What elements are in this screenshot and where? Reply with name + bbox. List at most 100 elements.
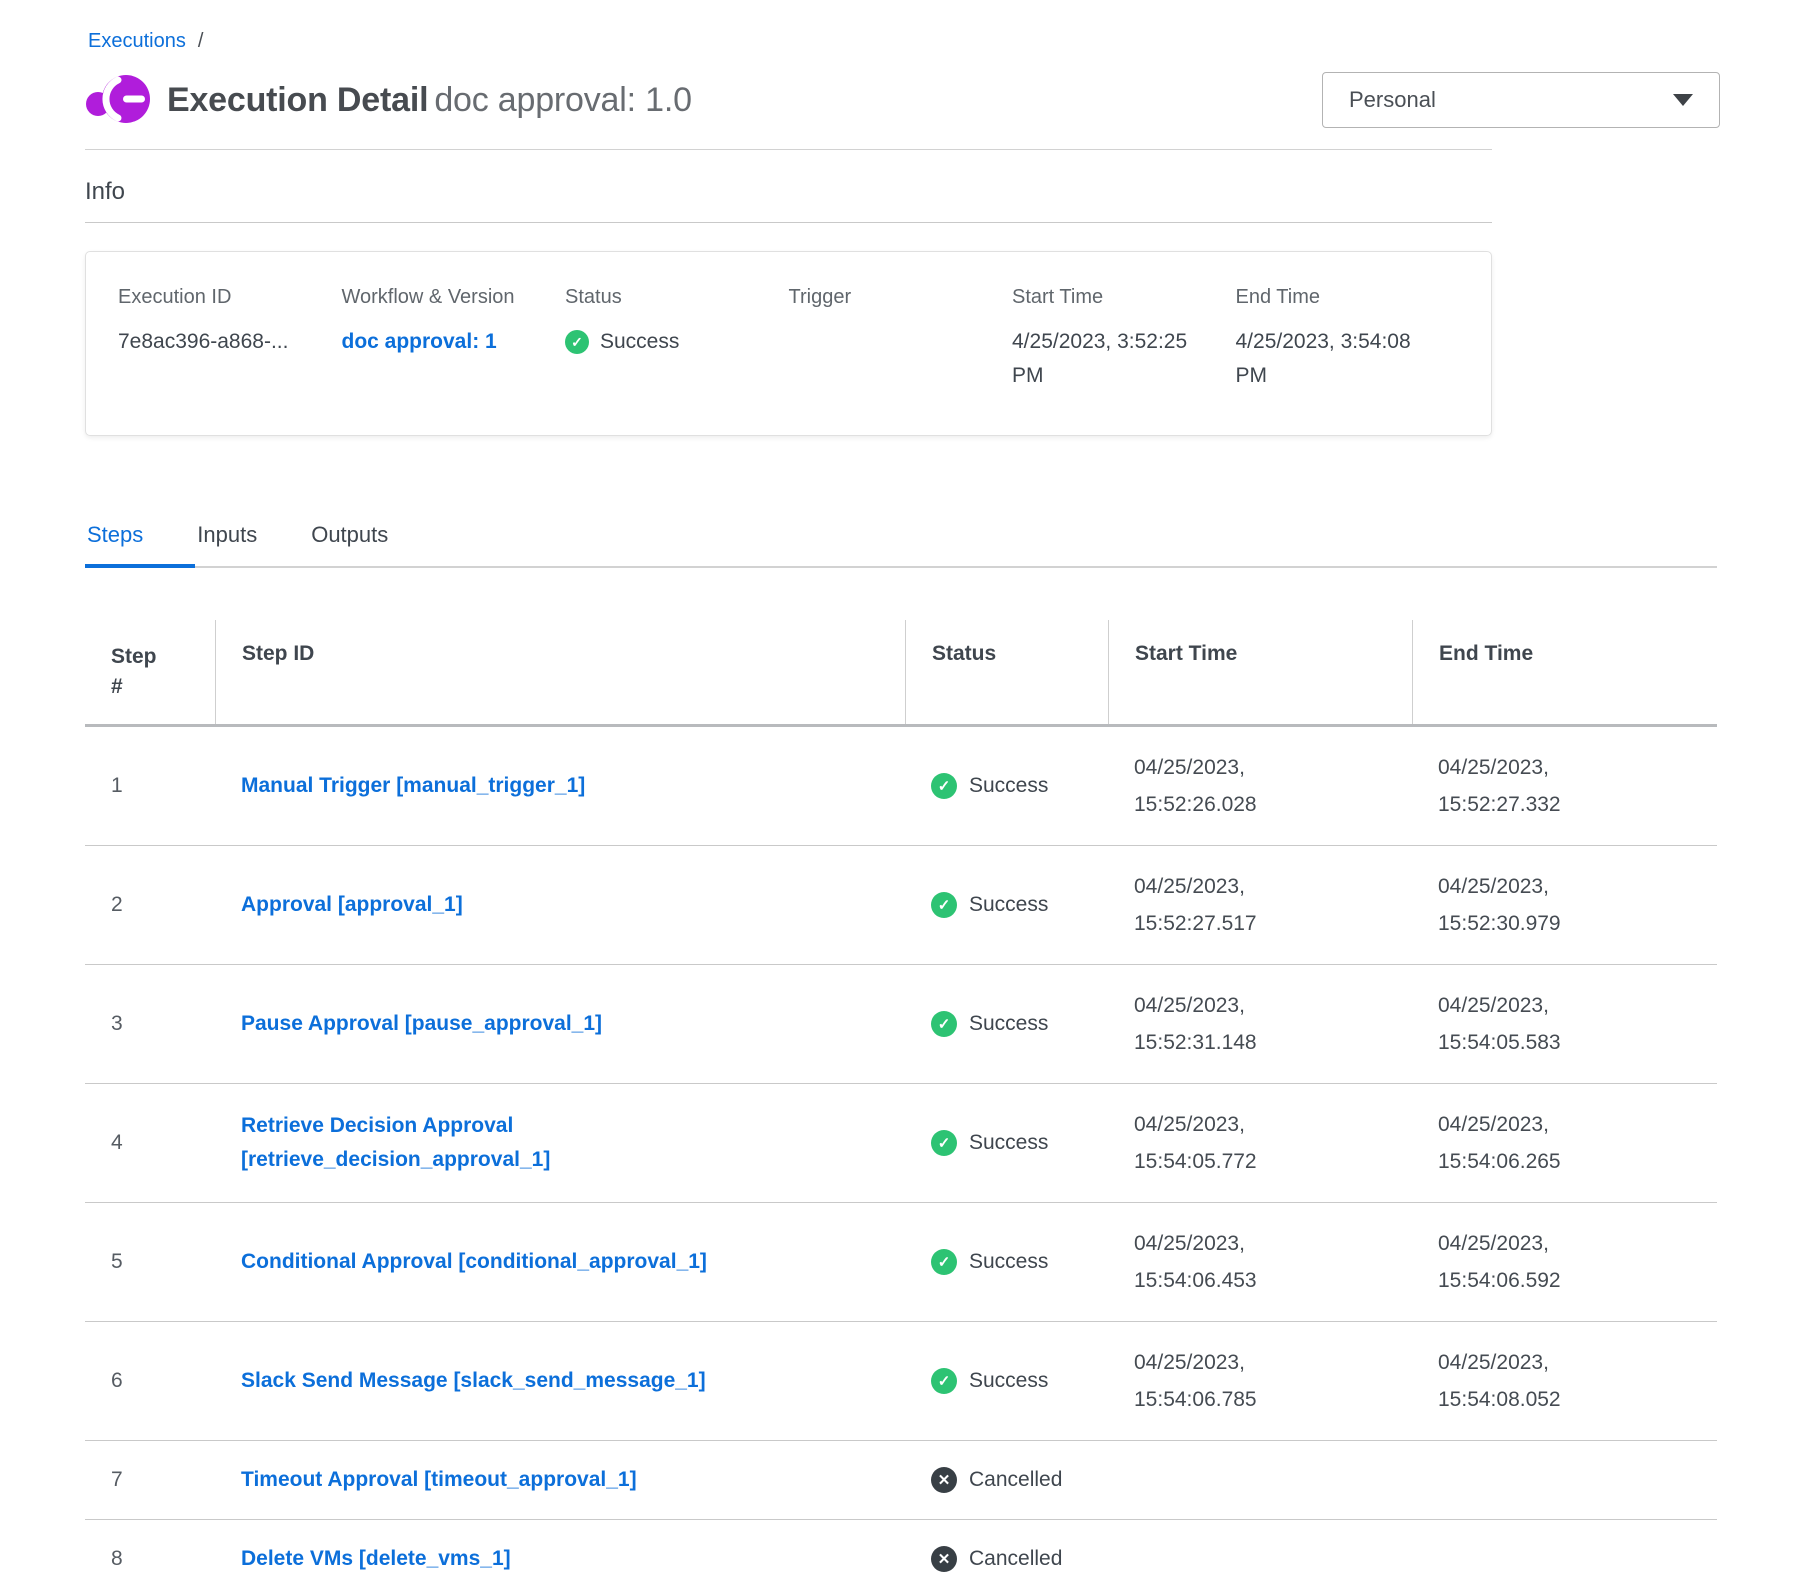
scope-dropdown[interactable]: Personal (1322, 72, 1720, 128)
check-circle-icon: ✓ (931, 1130, 957, 1156)
step-start-time-cell: 04/25/2023, 15:54:06.453 (1108, 1203, 1273, 1321)
page-title: Execution Detaildoc approval: 1.0 (167, 81, 692, 120)
scope-dropdown-value: Personal (1349, 87, 1436, 113)
step-end-time-cell: 04/25/2023, 15:52:30.979 (1412, 846, 1577, 964)
step-id-link[interactable]: Delete VMs [delete_vms_1] (241, 1542, 511, 1576)
info-field-value: 7e8ac396-a868-... (118, 325, 313, 359)
step-id-cell: Conditional Approval [conditional_approv… (215, 1223, 905, 1301)
step-table-row: 8 Delete VMs [delete_vms_1] ✕ Cancelled (85, 1520, 1717, 1582)
info-field-label: Status (565, 286, 789, 309)
column-header-step-number: Step # (85, 620, 175, 724)
step-end-time-cell (1412, 1537, 1577, 1581)
step-status-cell: ✓ Success (905, 870, 1108, 940)
step-end-time-cell: 04/25/2023, 15:54:06.592 (1412, 1203, 1577, 1321)
step-status-cell: ✓ Success (905, 1227, 1108, 1297)
step-id-cell: Slack Send Message [slack_send_message_1… (215, 1342, 905, 1420)
step-number-cell: 1 (85, 752, 215, 820)
step-status-cell: ✕ Cancelled (905, 1524, 1108, 1582)
step-number-cell: 8 (85, 1525, 215, 1582)
step-end-time-cell (1412, 1458, 1577, 1502)
info-field-value: 4/25/2023, 3:54:08 PM (1236, 325, 1431, 393)
workflow-brand-icon (85, 71, 153, 129)
info-field-value: ✓Success (565, 325, 760, 359)
status-label: Cancelled (969, 1468, 1062, 1492)
step-id-link[interactable]: Slack Send Message [slack_send_message_1… (241, 1364, 706, 1398)
title-row: Execution Detaildoc approval: 1.0 Person… (85, 71, 1720, 129)
step-table-row: 2 Approval [approval_1] ✓ Success 04/25/… (85, 846, 1717, 965)
tab-steps[interactable]: Steps (85, 522, 195, 566)
step-number-cell: 5 (85, 1228, 215, 1296)
info-field-label: Workflow & Version (342, 286, 566, 309)
check-circle-icon: ✓ (931, 1368, 957, 1394)
step-number-cell: 3 (85, 990, 215, 1058)
step-status-cell: ✓ Success (905, 1346, 1108, 1416)
step-status-cell: ✓ Success (905, 989, 1108, 1059)
step-number-cell: 4 (85, 1109, 215, 1177)
step-id-link[interactable]: Pause Approval [pause_approval_1] (241, 1007, 602, 1041)
info-field-label: Execution ID (118, 286, 342, 309)
step-end-time-cell: 04/25/2023, 15:54:06.265 (1412, 1084, 1577, 1202)
workflow-version-link[interactable]: doc approval: 1 (342, 330, 497, 353)
check-circle-icon: ✓ (565, 330, 589, 354)
step-start-time-cell: 04/25/2023, 15:54:06.785 (1108, 1322, 1273, 1440)
tab-label: Steps (87, 522, 143, 547)
step-number-cell: 2 (85, 871, 215, 939)
breadcrumb-link-executions[interactable]: Executions (88, 30, 186, 52)
step-number-cell: 6 (85, 1347, 215, 1415)
info-field-value: 4/25/2023, 3:52:25 PM (1012, 325, 1207, 393)
breadcrumb-separator: / (198, 30, 204, 52)
status-label: Success (969, 893, 1048, 917)
status-label: Success (969, 1131, 1048, 1155)
status-label: Success (969, 1369, 1048, 1393)
step-end-time-cell: 04/25/2023, 15:52:27.332 (1412, 727, 1577, 845)
step-id-cell: Pause Approval [pause_approval_1] (215, 985, 905, 1063)
breadcrumb: Executions / (88, 30, 1720, 53)
info-field-value: doc approval: 1 (342, 325, 537, 359)
step-table-row: 4 Retrieve Decision Approval [retrieve_d… (85, 1084, 1717, 1203)
x-circle-icon: ✕ (931, 1467, 957, 1493)
step-id-link[interactable]: Approval [approval_1] (241, 888, 463, 922)
step-table-row: 7 Timeout Approval [timeout_approval_1] … (85, 1441, 1717, 1520)
execution-detail-page: Executions / Execution Detaildoc approval… (0, 0, 1808, 1582)
step-id-link[interactable]: Timeout Approval [timeout_approval_1] (241, 1463, 637, 1497)
tab-outputs[interactable]: Outputs (309, 522, 440, 566)
step-table-row: 6 Slack Send Message [slack_send_message… (85, 1322, 1717, 1441)
step-status-cell: ✓ Success (905, 1108, 1108, 1178)
status-label: Success (969, 774, 1048, 798)
info-field: Start Time 4/25/2023, 3:52:25 PM (1012, 286, 1236, 393)
steps-table-header: Step # Step ID Status Start Time End Tim… (85, 620, 1717, 727)
info-card: Execution ID 7e8ac396-a868-... Workflow … (85, 251, 1492, 436)
header-divider (85, 149, 1492, 150)
info-field: End Time 4/25/2023, 3:54:08 PM (1236, 286, 1460, 393)
step-table-row: 3 Pause Approval [pause_approval_1] ✓ Su… (85, 965, 1717, 1084)
info-section-heading: Info (85, 178, 1720, 206)
info-field-label: End Time (1236, 286, 1460, 309)
info-field-label: Trigger (789, 286, 1013, 309)
step-id-cell: Delete VMs [delete_vms_1] (215, 1520, 905, 1582)
tab-inputs[interactable]: Inputs (195, 522, 309, 566)
info-field-label: Start Time (1012, 286, 1236, 309)
step-number-cell: 7 (85, 1446, 215, 1514)
step-id-link[interactable]: Conditional Approval [conditional_approv… (241, 1245, 707, 1279)
step-id-cell: Manual Trigger [manual_trigger_1] (215, 747, 905, 825)
step-id-link[interactable]: Manual Trigger [manual_trigger_1] (241, 769, 585, 803)
info-field: Status ✓Success (565, 286, 789, 393)
page-subtitle: doc approval: 1.0 (434, 81, 691, 119)
status-label: Success (969, 1012, 1048, 1036)
info-field: Trigger (789, 286, 1013, 393)
step-id-link[interactable]: Retrieve Decision Approval [retrieve_dec… (241, 1109, 801, 1177)
step-start-time-cell: 04/25/2023, 15:52:31.148 (1108, 965, 1273, 1083)
info-field: Execution ID 7e8ac396-a868-... (118, 286, 342, 393)
steps-table-body: 1 Manual Trigger [manual_trigger_1] ✓ Su… (85, 727, 1717, 1582)
column-header-start-time: Start Time (1108, 620, 1412, 724)
step-start-time-cell: 04/25/2023, 15:52:27.517 (1108, 846, 1273, 964)
tab-bar: Steps Inputs Outputs (85, 522, 1717, 568)
step-end-time-cell: 04/25/2023, 15:54:08.052 (1412, 1322, 1577, 1440)
step-start-time-cell (1108, 1537, 1273, 1581)
steps-table: Step # Step ID Status Start Time End Tim… (85, 620, 1717, 1582)
check-circle-icon: ✓ (931, 773, 957, 799)
info-field: Workflow & Version doc approval: 1 (342, 286, 566, 393)
tab-label: Outputs (311, 522, 388, 547)
column-header-status: Status (905, 620, 1108, 724)
step-id-cell: Timeout Approval [timeout_approval_1] (215, 1441, 905, 1519)
